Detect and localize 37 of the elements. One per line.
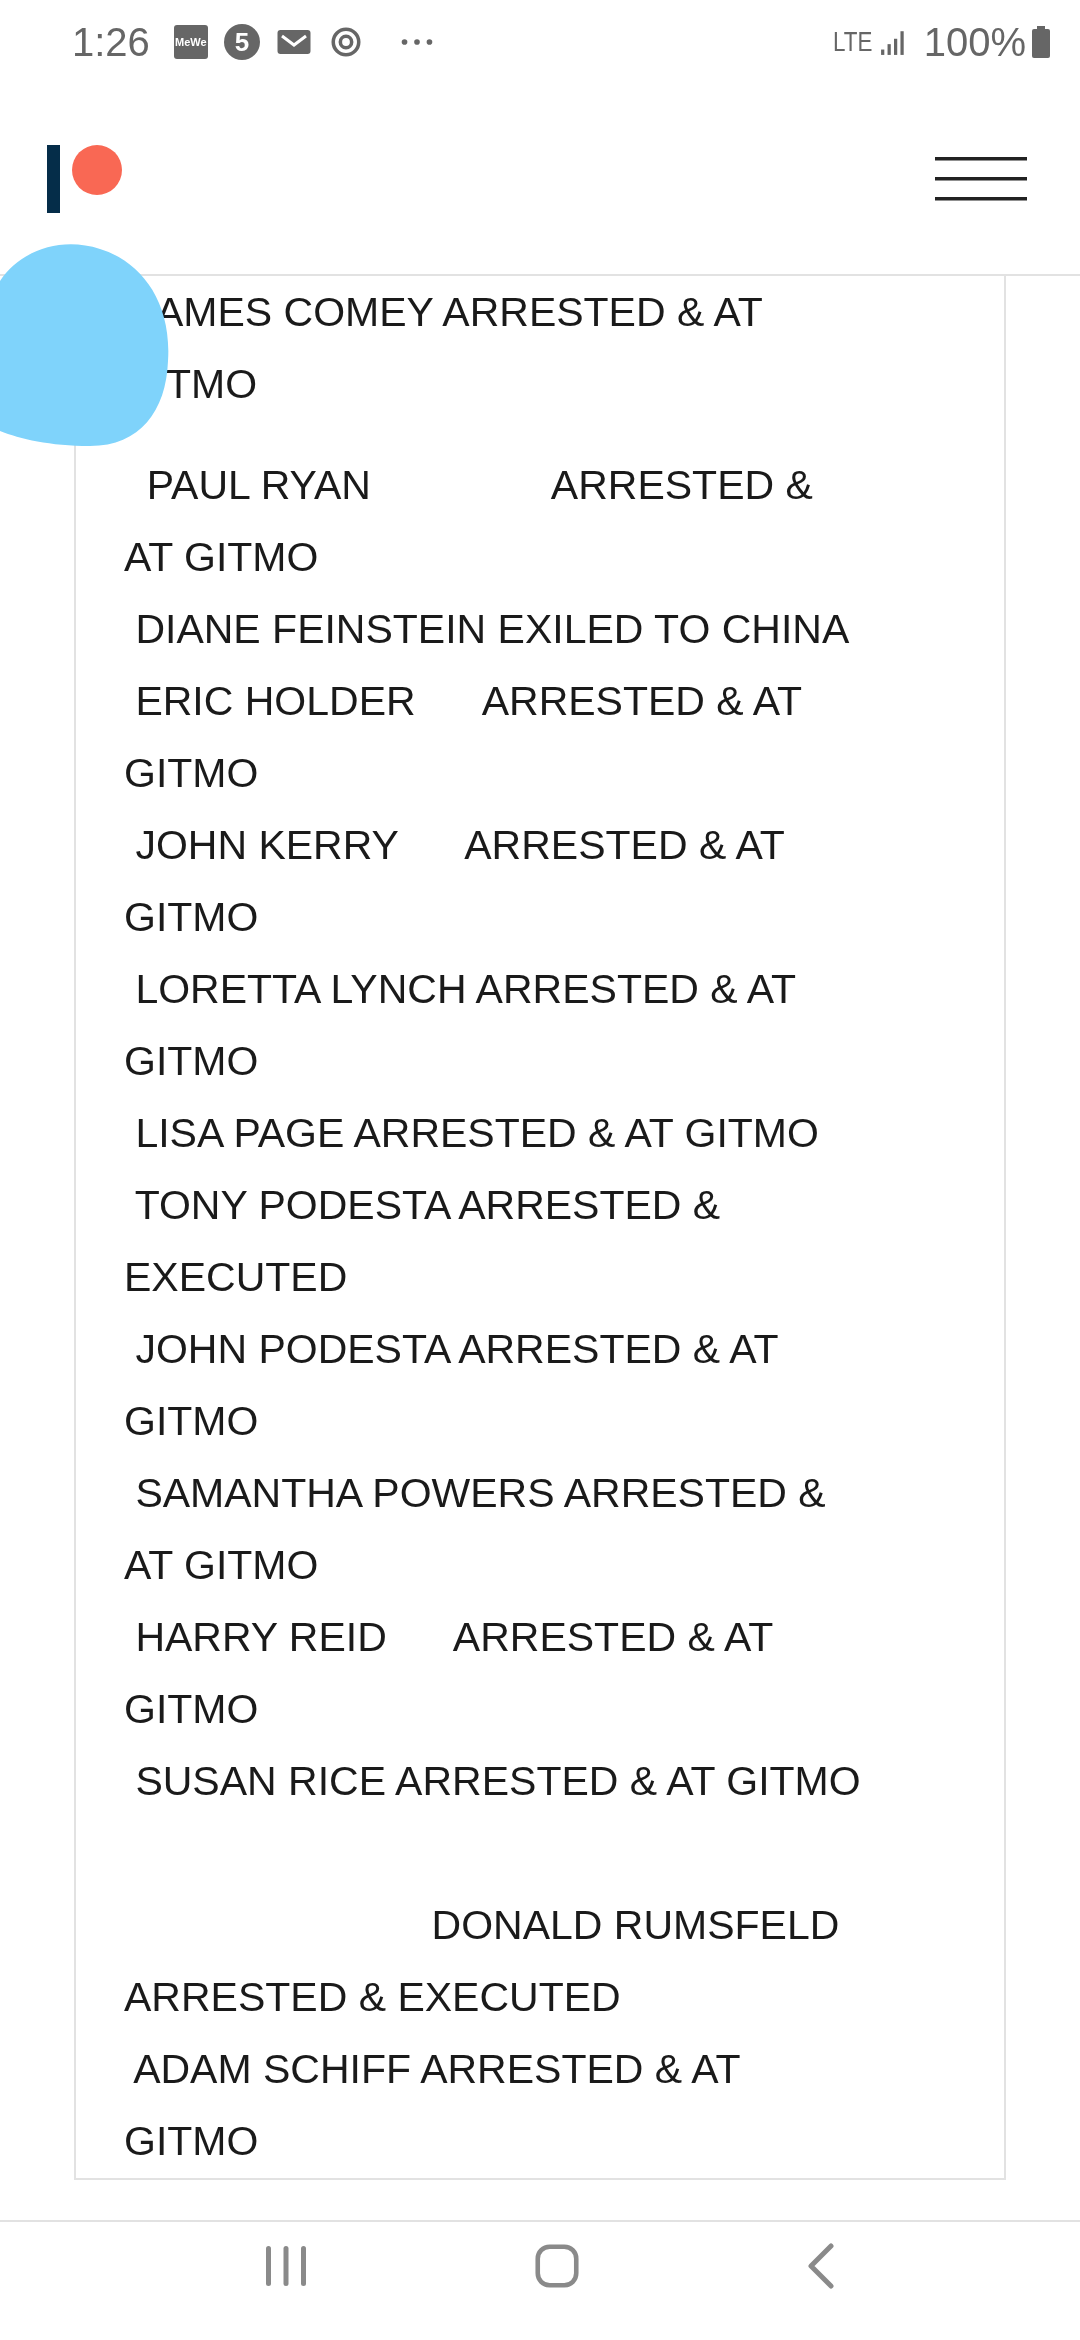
logo-icon [47,145,123,213]
post-text-line: PAUL RYAN ARRESTED & [145,461,813,510]
post-text-line: TONY PODESTA ARRESTED & [133,1181,721,1230]
post-text-line: HARRY REID ARRESTED & AT [134,1613,774,1662]
post-text-line: GITMO [124,1685,259,1734]
post-text-line: JOHN KERRY ARRESTED & AT [134,821,785,870]
post-text-line: GITMO [124,2117,259,2166]
home-icon[interactable] [535,2244,579,2288]
clock-time: 1:26 [72,19,150,65]
post-text-line: TMO [165,360,258,409]
post-text-line: DONALD RUMSFELD [430,1901,840,1950]
network-type: LTE [833,26,873,58]
post-text-line: SUSAN RICE ARRESTED & AT GITMO [134,1757,861,1806]
post-text-line: GITMO [124,1037,259,1086]
post-text-line: AMES COMEY ARRESTED & AT [155,288,763,337]
back-icon[interactable] [806,2242,837,2290]
post-text-line: AT GITMO [124,1541,319,1590]
battery-icon [1032,26,1050,58]
battery-level: 100% [923,19,1026,65]
post-text-line: LISA PAGE ARRESTED & AT GITMO [134,1109,819,1158]
app-notification-icon: MeWe [173,25,208,59]
recent-apps-icon[interactable] [263,2244,308,2288]
post-text-line: GITMO [124,1397,259,1446]
post-text-line: ARRESTED & EXECUTED [124,1973,621,2022]
post-text-line: DIANE FEINSTEIN EXILED TO CHINA [134,605,850,654]
menu-icon[interactable] [935,157,1027,201]
post-text-line: ADAM SCHIFF ARRESTED & AT [132,2045,741,2094]
post-text-line: AT GITMO [124,533,319,582]
post-text-line: LORETTA LYNCH ARRESTED & AT [134,965,797,1014]
post-text-line: ERIC HOLDER ARRESTED & AT [134,677,803,726]
post-text-line: JOHN PODESTA ARRESTED & AT [134,1325,779,1374]
more-icon [399,37,434,47]
post-text-line: SAMANTHA POWERS ARRESTED & [134,1469,826,1518]
post-text-line: GITMO [124,749,259,798]
post-text-line: EXECUTED [124,1253,348,1302]
post-text-line: GITMO [124,893,259,942]
app-notification-icon: 5 [223,24,260,60]
